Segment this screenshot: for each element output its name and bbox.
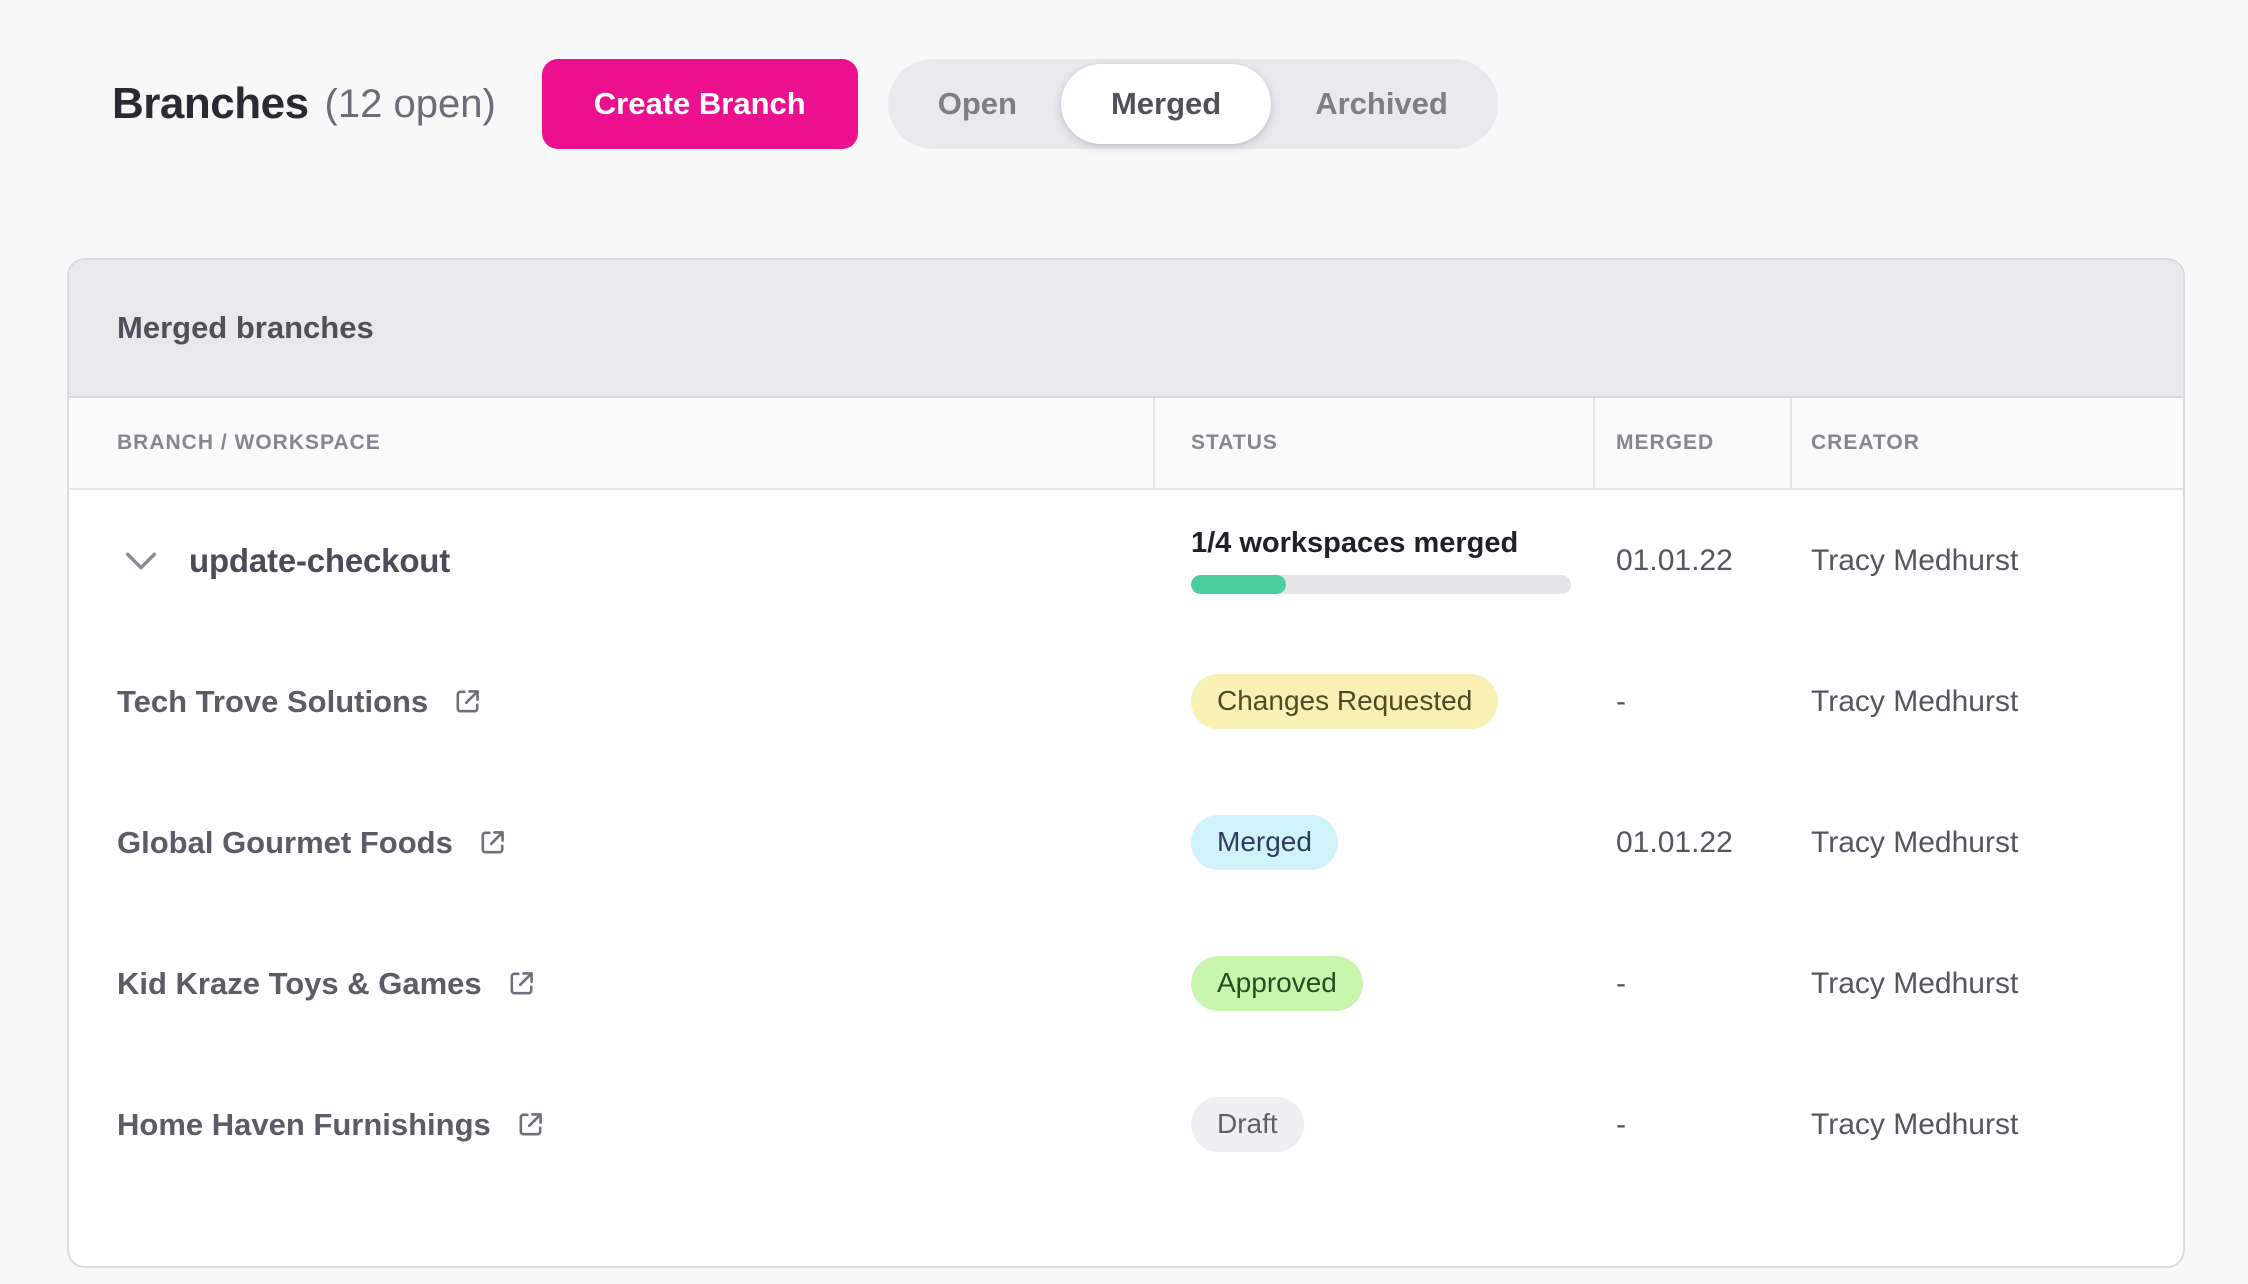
- merged-branches-card: Merged branches Branch / Workspace Statu…: [67, 258, 2185, 1268]
- creator-name: Tracy Medhurst: [1811, 826, 2018, 860]
- external-link-icon[interactable]: [477, 827, 508, 858]
- column-header-creator: Creator: [1792, 398, 2183, 488]
- progress-bar-fill: [1191, 575, 1286, 594]
- table-header-row: Branch / Workspace Status Merged Creator: [69, 398, 2183, 490]
- workspace-name: Home Haven Furnishings: [117, 1107, 491, 1143]
- external-link-icon[interactable]: [506, 968, 537, 999]
- table-row-workspace[interactable]: Tech Trove Solutions Changes Requested -…: [69, 631, 2183, 772]
- card-title: Merged branches: [69, 260, 2183, 398]
- creator-name: Tracy Medhurst: [1811, 544, 2018, 578]
- column-header-status: Status: [1155, 398, 1595, 488]
- branch-filter-segmented-control: Open Merged Archived: [888, 59, 1498, 149]
- creator-name: Tracy Medhurst: [1811, 685, 2018, 719]
- branch-name: update-checkout: [189, 542, 450, 580]
- open-branches-count: (12 open): [325, 82, 496, 127]
- page-header: Branches (12 open) Create Branch Open Me…: [112, 58, 2248, 150]
- status-badge: Draft: [1191, 1097, 1304, 1152]
- table-row-branch[interactable]: update-checkout 1/4 workspaces merged 01…: [69, 490, 2183, 631]
- tab-merged[interactable]: Merged: [1061, 64, 1271, 144]
- creator-name: Tracy Medhurst: [1811, 967, 2018, 1001]
- status-badge: Changes Requested: [1191, 674, 1498, 729]
- table-row-workspace[interactable]: Kid Kraze Toys & Games Approved - Tracy …: [69, 913, 2183, 1054]
- table-row-workspace[interactable]: Home Haven Furnishings Draft - Tracy Med…: [69, 1054, 2183, 1195]
- merged-date: -: [1616, 1108, 1626, 1142]
- chevron-down-icon[interactable]: [125, 551, 157, 571]
- external-link-icon[interactable]: [515, 1109, 546, 1140]
- column-header-merged: Merged: [1595, 398, 1792, 488]
- merged-date: -: [1616, 967, 1626, 1001]
- workspace-name: Kid Kraze Toys & Games: [117, 966, 482, 1002]
- table-row-workspace[interactable]: Global Gourmet Foods Merged 01.01.22 Tra…: [69, 772, 2183, 913]
- tab-open[interactable]: Open: [894, 59, 1061, 149]
- tab-archived[interactable]: Archived: [1271, 59, 1492, 149]
- external-link-icon[interactable]: [452, 686, 483, 717]
- merged-date: -: [1616, 685, 1626, 719]
- creator-name: Tracy Medhurst: [1811, 1108, 2018, 1142]
- merge-progress: 1/4 workspaces merged: [1191, 527, 1571, 594]
- merged-date: 01.01.22: [1616, 544, 1733, 578]
- page-title: Branches: [112, 79, 309, 129]
- workspace-name: Global Gourmet Foods: [117, 825, 453, 861]
- status-badge: Merged: [1191, 815, 1338, 870]
- column-header-branch-workspace: Branch / Workspace: [69, 398, 1155, 488]
- progress-bar-track: [1191, 575, 1571, 594]
- workspace-name: Tech Trove Solutions: [117, 684, 428, 720]
- create-branch-button[interactable]: Create Branch: [542, 59, 858, 149]
- status-badge: Approved: [1191, 956, 1363, 1011]
- merged-date: 01.01.22: [1616, 826, 1733, 860]
- merge-progress-label: 1/4 workspaces merged: [1191, 527, 1571, 560]
